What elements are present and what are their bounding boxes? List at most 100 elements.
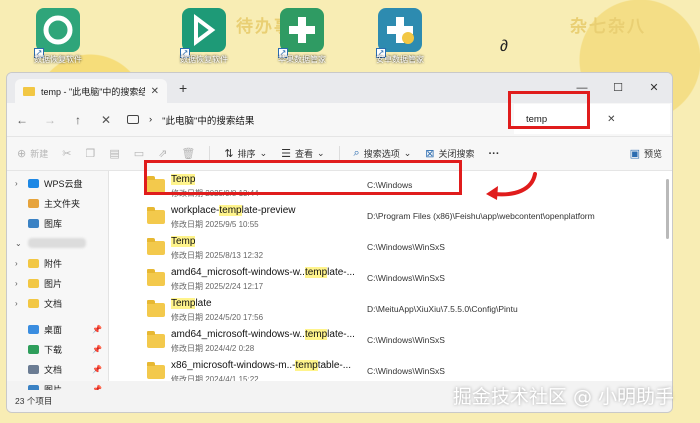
preview-pane-icon: ▣: [629, 148, 640, 160]
copy-icon: ❐: [85, 148, 96, 160]
search-options-button[interactable]: ⌕ 搜索选项 ⌄: [354, 147, 412, 160]
pin-icon[interactable]: 📌: [92, 365, 102, 374]
close-tab-icon[interactable]: ✕: [151, 86, 159, 97]
new-button[interactable]: ⊕ 新建: [17, 147, 48, 160]
share-icon: ⇗: [158, 148, 168, 160]
copy-button[interactable]: ❐: [85, 147, 95, 160]
nav-item[interactable]: 桌面 📌: [7, 319, 108, 339]
clear-path-icon[interactable]: ✕: [99, 113, 113, 127]
file-row[interactable]: x86_microsoft-windows-m..-temptable-... 修…: [109, 357, 672, 381]
back-arrow-icon[interactable]: ←: [15, 113, 29, 127]
plus-circle-icon: ⊕: [17, 148, 27, 160]
nav-item[interactable]: 图库: [7, 213, 108, 233]
path-text: "此电脑"中的搜索结果: [162, 115, 255, 127]
rename-button[interactable]: ▭: [134, 147, 144, 160]
watermark: 掘金技术社区 @ 小明助手: [452, 386, 674, 408]
file-name: x86_microsoft-windows-m..-temptable-...: [171, 360, 351, 371]
nav-item[interactable]: 主文件夹: [7, 193, 108, 213]
file-row[interactable]: workplace-template-preview 修改日期 2025/9/5 …: [109, 202, 672, 233]
search-highlight-box: [508, 91, 590, 129]
file-row[interactable]: Temp 修改日期 2025/8/13 12:32 C:\Windows\WinSx…: [109, 233, 672, 264]
file-row[interactable]: Template 修改日期 2024/5/20 17:56 D:\MeituApp\…: [109, 295, 672, 326]
chevron-icon[interactable]: ⌄: [15, 239, 23, 248]
pin-icon[interactable]: 📌: [92, 325, 102, 334]
navigation-pane: ›WPS云盘主文件夹图库⌄›附件›图片›文档桌面📌下载📌文档📌图片📌: [7, 171, 109, 395]
search-match-text: Temp: [171, 298, 196, 309]
file-name-part: amd64_microsoft-windows-w..: [171, 267, 305, 278]
folder-icon: [28, 218, 39, 228]
delete-button[interactable]: 🗑: [181, 147, 195, 160]
sort-button[interactable]: ⇅ 排序 ⌄: [224, 147, 267, 160]
more-options-button[interactable]: ···: [489, 148, 500, 160]
file-row[interactable]: amd64_microsoft-windows-w..template-... 修…: [109, 326, 672, 357]
chevron-icon[interactable]: ›: [15, 259, 23, 268]
close-search-button[interactable]: ⊠ 关闭搜索: [425, 147, 474, 160]
chevron-icon[interactable]: ›: [15, 279, 23, 288]
file-name-part: late-...: [327, 267, 355, 278]
scissors-icon: ✂: [62, 148, 72, 160]
folder-icon: [147, 207, 165, 224]
folder-icon: [28, 364, 39, 374]
file-name: Template: [171, 298, 212, 309]
search-options-label: 搜索选项: [363, 149, 400, 159]
red-arrow-icon: [486, 172, 537, 200]
chevron-down-icon: ⌄: [317, 148, 325, 158]
recovery-app-icon: ↗: [180, 8, 226, 58]
nav-item[interactable]: › 图片: [7, 273, 108, 293]
nav-item[interactable]: › 附件: [7, 253, 108, 273]
sort-label: 排序: [237, 149, 256, 159]
desktop-icon-label: 数据恢复软件: [34, 55, 82, 64]
trash-icon: 🗑: [181, 148, 196, 160]
search-match-text: Temp: [171, 236, 196, 247]
preview-button[interactable]: ▣ 预览: [630, 147, 662, 160]
file-location: C:\Windows\WinSxS: [367, 242, 445, 252]
file-location: C:\Windows\WinSxS: [367, 366, 445, 376]
file-name-part: amd64_microsoft-windows-w..: [171, 329, 305, 340]
folder-icon: [147, 300, 165, 317]
search-match-text: temp: [219, 205, 242, 216]
pin-icon[interactable]: 📌: [92, 345, 102, 354]
chevron-icon[interactable]: ›: [15, 179, 23, 188]
folder-icon: [28, 258, 39, 268]
nav-item-label: 文档: [44, 364, 63, 375]
modified-date: 修改日期 2024/5/20 17:56: [171, 313, 264, 322]
wallpaper-text-2: 杂七杂八: [570, 17, 646, 37]
tab-title: temp - "此电脑"中的搜索结果: [41, 86, 145, 97]
desktop-icon-label: 安卓数据管家: [376, 55, 424, 64]
nav-item[interactable]: › 文档: [7, 293, 108, 313]
file-location: D:\Program Files (x86)\Feishu\app\webcon…: [367, 211, 595, 221]
folder-icon: [147, 238, 165, 255]
clear-search-icon[interactable]: ✕: [607, 114, 615, 125]
chevron-icon[interactable]: ›: [15, 299, 23, 308]
cut-button[interactable]: ✂: [62, 147, 71, 160]
nav-item[interactable]: 文档 📌: [7, 359, 108, 379]
nav-item[interactable]: 下载 📌: [7, 339, 108, 359]
file-name-part: late-...: [327, 329, 355, 340]
forward-arrow-icon[interactable]: →: [43, 113, 57, 127]
file-name: workplace-template-preview: [171, 205, 296, 216]
recovery-app-icon: ↗: [34, 8, 80, 58]
close-window-button[interactable]: ✕: [636, 73, 672, 103]
paste-button[interactable]: ▤: [109, 147, 119, 160]
android-data-manager-icon: ↗: [376, 8, 422, 58]
file-name: amd64_microsoft-windows-w..template-...: [171, 267, 355, 278]
maximize-button[interactable]: ☐: [600, 73, 636, 103]
up-arrow-icon[interactable]: ↑: [71, 113, 85, 127]
explorer-tab[interactable]: temp - "此电脑"中的搜索结果 ✕: [15, 79, 167, 103]
close-search-icon: ⊠: [425, 148, 435, 160]
view-button[interactable]: ☰ 查看 ⌄: [281, 147, 324, 160]
new-tab-button[interactable]: +: [179, 80, 187, 96]
file-location: C:\Windows\WinSxS: [367, 273, 445, 283]
folder-icon: [28, 178, 39, 188]
share-button[interactable]: ⇗: [158, 147, 167, 160]
apple-data-manager-icon: ↗: [278, 8, 324, 58]
file-row[interactable]: amd64_microsoft-windows-w..template-... 修…: [109, 264, 672, 295]
file-name: amd64_microsoft-windows-w..template-...: [171, 329, 355, 340]
path-box[interactable]: › "此电脑"中的搜索结果: [127, 113, 467, 127]
modified-date: 修改日期 2024/4/2 0:28: [171, 344, 255, 353]
search-results-list: Temp 修改日期 2025/9/8 13:44 C:\Windows workpla…: [109, 171, 672, 381]
nav-item[interactable]: ⌄: [7, 233, 108, 253]
nav-item[interactable]: › WPS云盘: [7, 173, 108, 193]
search-match-text: temp: [295, 360, 318, 371]
folder-icon: [28, 198, 39, 208]
